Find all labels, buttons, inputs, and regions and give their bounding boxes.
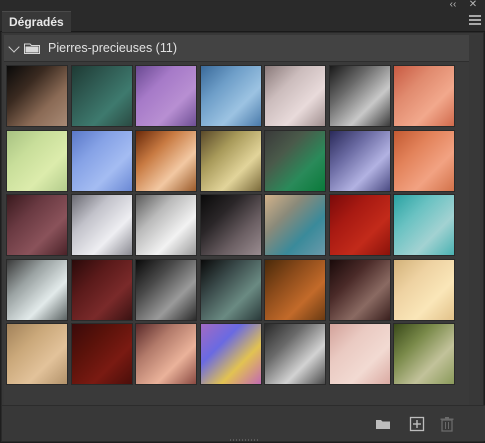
resize-grip[interactable] [230,439,258,441]
gradient-swatch[interactable] [71,65,133,127]
gradient-swatch[interactable] [393,65,455,127]
gradient-swatch[interactable] [329,65,391,127]
gradient-swatch[interactable] [71,323,133,385]
gradient-swatch[interactable] [264,130,326,192]
double-chevron-left-icon[interactable]: ‹‹ [445,0,461,10]
panel-top-strip: ‹‹ ✕ [0,0,485,11]
gradient-swatch[interactable] [329,323,391,385]
gradient-swatch[interactable] [200,65,262,127]
gradient-swatch[interactable] [200,194,262,256]
gradient-swatch[interactable] [71,259,133,321]
panel-tab-bar: Dégradés [0,11,485,32]
tab-degrades[interactable]: Dégradés [2,11,71,32]
gradient-group-header[interactable]: Pierres-precieuses (11) [4,35,469,62]
gradient-swatch[interactable] [329,130,391,192]
gradient-swatch[interactable] [329,194,391,256]
folder-icon[interactable] [375,416,391,432]
gradient-swatch[interactable] [264,323,326,385]
gradient-swatch[interactable] [6,323,68,385]
gradients-panel: Pierres-precieuses (11) [1,32,485,442]
gradient-swatch-grid [4,63,469,405]
gradient-swatch[interactable] [329,259,391,321]
gradient-swatch[interactable] [264,194,326,256]
gradient-swatch[interactable] [264,65,326,127]
gradient-swatch[interactable] [71,130,133,192]
hamburger-menu-icon[interactable] [469,15,481,26]
gradient-swatch[interactable] [71,194,133,256]
gradient-swatch[interactable] [135,65,197,127]
gradient-swatch[interactable] [393,323,455,385]
gradient-list[interactable]: Pierres-precieuses (11) [4,35,469,405]
gradient-swatch[interactable] [135,130,197,192]
gradient-swatch[interactable] [200,259,262,321]
gradient-swatch[interactable] [6,194,68,256]
gradient-swatch[interactable] [393,194,455,256]
folder-icon [24,43,40,54]
gradient-swatch[interactable] [135,194,197,256]
gradient-swatch[interactable] [6,130,68,192]
gradient-swatch[interactable] [200,323,262,385]
gradient-swatch[interactable] [135,323,197,385]
gradient-swatch[interactable] [200,130,262,192]
gradient-swatch[interactable] [264,259,326,321]
chevron-down-icon[interactable] [8,41,20,53]
panel-footer [2,405,485,441]
trash-icon[interactable] [439,416,455,432]
gradient-swatch[interactable] [6,65,68,127]
scrollbar[interactable] [469,35,481,405]
gradient-swatch[interactable] [393,259,455,321]
gradient-swatch[interactable] [6,259,68,321]
gradient-swatch[interactable] [393,130,455,192]
gradient-group-label: Pierres-precieuses (11) [48,41,177,55]
gradient-swatch[interactable] [135,259,197,321]
add-icon[interactable] [409,416,425,432]
close-icon[interactable]: ✕ [467,0,479,10]
